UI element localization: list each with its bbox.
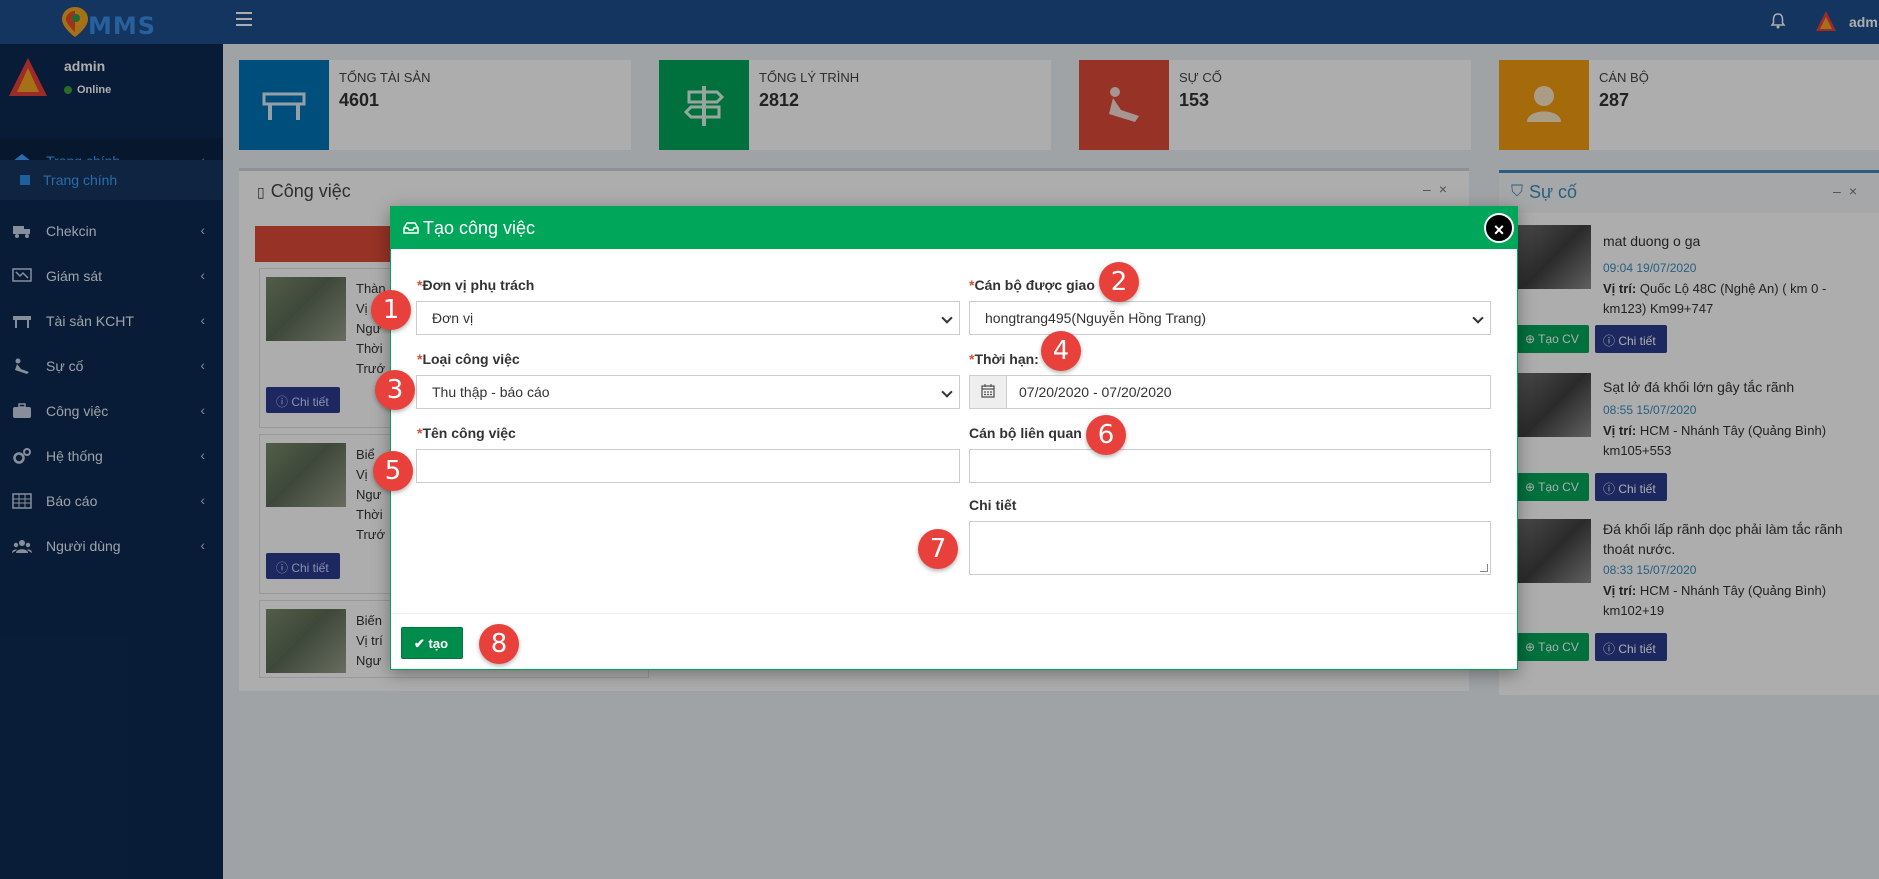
annotation-badge: 6 <box>1086 415 1126 455</box>
chevron-down-icon <box>941 386 953 398</box>
tao-button[interactable]: ✔ tạo <box>401 627 463 659</box>
ten-cong-viec-label: *Tên công việc <box>417 425 516 441</box>
ten-cong-viec-input[interactable] <box>416 449 960 483</box>
check-icon: ✔ <box>414 636 425 651</box>
don-vi-label: *Đơn vị phụ trách <box>417 277 535 293</box>
chi-tiet-label: Chi tiết <box>969 497 1017 513</box>
can-bo-lien-quan-input[interactable] <box>969 449 1491 483</box>
annotation-badge: 7 <box>918 529 958 569</box>
can-bo-lien-quan-label: Cán bộ liên quan <box>969 425 1082 441</box>
loai-cong-viec-select[interactable]: Thu thập - báo cáo <box>416 375 960 409</box>
create-task-modal: Tạo công việc × *Đơn vị phụ trách Đơn vị… <box>390 206 1518 670</box>
thoi-han-input[interactable]: 07/20/2020 - 07/20/2020 <box>1006 375 1491 409</box>
loai-cong-viec-label: *Loại công việc <box>417 351 520 367</box>
annotation-badge: 5 <box>373 451 413 491</box>
modal-title: Tạo công việc <box>403 218 535 239</box>
chevron-down-icon <box>1472 312 1484 324</box>
inbox-icon <box>403 222 419 234</box>
annotation-badge: 3 <box>375 370 415 410</box>
chi-tiet-textarea[interactable] <box>969 521 1491 575</box>
annotation-badge: 8 <box>479 624 519 664</box>
calendar-icon[interactable] <box>969 375 1007 409</box>
can-bo-select[interactable]: hongtrang495(Nguyễn Hồng Trang) <box>969 301 1491 335</box>
modal-footer-divider <box>391 613 1517 614</box>
annotation-badge: 1 <box>371 290 411 330</box>
annotation-badge: 4 <box>1041 331 1081 371</box>
don-vi-select[interactable]: Đơn vị <box>416 301 960 335</box>
resize-grip-icon[interactable] <box>1480 564 1488 572</box>
close-icon[interactable]: × <box>1484 213 1514 243</box>
annotation-badge: 2 <box>1099 262 1139 302</box>
chevron-down-icon <box>941 312 953 324</box>
can-bo-label: *Cán bộ được giao <box>969 277 1095 293</box>
modal-header: Tạo công việc × <box>391 207 1517 249</box>
thoi-han-label: *Thời hạn: <box>969 351 1039 367</box>
